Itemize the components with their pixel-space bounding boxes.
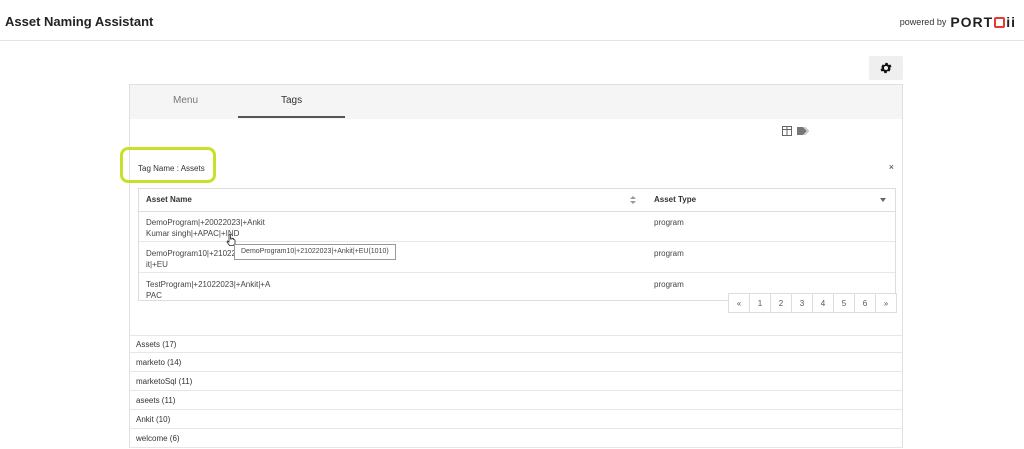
gear-icon <box>880 62 892 74</box>
brand-prefix: PORT <box>950 14 994 30</box>
tags-icon[interactable] <box>797 126 809 136</box>
chevron-down-icon[interactable] <box>880 198 886 202</box>
tags-content: Tag Name : Assets × Asset Name Asset Typ… <box>120 119 902 449</box>
tag-list-item[interactable]: Ankit (10) <box>130 411 902 429</box>
column-header-asset-type[interactable]: Asset Type <box>654 189 696 211</box>
settings-button[interactable] <box>869 56 903 80</box>
tag-list-item[interactable]: aseets (11) <box>130 392 902 410</box>
tag-name-label: Tag Name : Assets <box>138 164 205 173</box>
asset-type-cell: program <box>654 280 684 289</box>
close-icon[interactable]: × <box>889 162 894 172</box>
pagination-page-5[interactable]: 5 <box>834 294 855 312</box>
pagination-page-6[interactable]: 6 <box>855 294 876 312</box>
active-tab-indicator <box>238 116 345 118</box>
asset-name-cell: TestProgram|+21022023|+Ankit|+A PAC <box>146 279 270 301</box>
table-row[interactable]: DemoProgram|+20022023|+Ankit Kumar singh… <box>139 211 895 242</box>
tab-tags[interactable]: Tags <box>281 95 302 106</box>
asset-type-cell: program <box>654 249 684 258</box>
asset-name-line: PAC <box>146 291 162 300</box>
tag-list-item[interactable]: marketo (14) <box>130 354 902 372</box>
brand-square-icon <box>994 16 1006 28</box>
pagination-page-2[interactable]: 2 <box>771 294 792 312</box>
asset-name-line: it|+EU <box>146 260 168 269</box>
pagination-page-4[interactable]: 4 <box>813 294 834 312</box>
tab-menu[interactable]: Menu <box>173 95 198 106</box>
brand-logo: PORT ii <box>950 14 1016 30</box>
tag-details-box: Tag Name : Assets × Asset Name Asset Typ… <box>120 138 902 303</box>
tag-list-item[interactable]: Assets (17) <box>130 335 902 353</box>
tooltip: DemoProgram10|+21022023|+Ankit|+EU(1010) <box>234 244 396 260</box>
tag-list-item[interactable]: marketoSql (11) <box>130 373 902 391</box>
sort-icon[interactable] <box>630 196 636 204</box>
top-bar: Asset Naming Assistant powered by PORT i… <box>0 0 1024 41</box>
columns-icon[interactable] <box>782 126 792 136</box>
pagination-page-3[interactable]: 3 <box>792 294 813 312</box>
app-title: Asset Naming Assistant <box>5 14 154 29</box>
pagination-prev[interactable]: « <box>729 294 750 312</box>
column-header-asset-name[interactable]: Asset Name <box>146 189 192 211</box>
table-header: Asset Name Asset Type <box>139 189 895 212</box>
asset-type-cell: program <box>654 218 684 227</box>
tab-bar: Menu Tags <box>130 85 902 119</box>
pagination-page-1[interactable]: 1 <box>750 294 771 312</box>
powered-by-text: powered by <box>899 17 947 27</box>
tag-list-item[interactable]: welcome (6) <box>130 430 902 448</box>
brand-suffix: ii <box>1006 14 1016 30</box>
pagination: « 1 2 3 4 5 6 » <box>728 293 897 313</box>
asset-name-cell: DemoProgram|+20022023|+Ankit Kumar singh… <box>146 217 265 239</box>
pagination-next[interactable]: » <box>876 294 896 312</box>
asset-name-line: DemoProgram|+20022023|+Ankit <box>146 218 265 227</box>
asset-name-line: TestProgram|+21022023|+Ankit|+A <box>146 280 271 289</box>
main-panel: Menu Tags Tag Name : Assets × Asset Name <box>120 84 903 449</box>
toolbar-icons <box>782 126 809 136</box>
powered-by: powered by PORT ii <box>900 14 1016 30</box>
